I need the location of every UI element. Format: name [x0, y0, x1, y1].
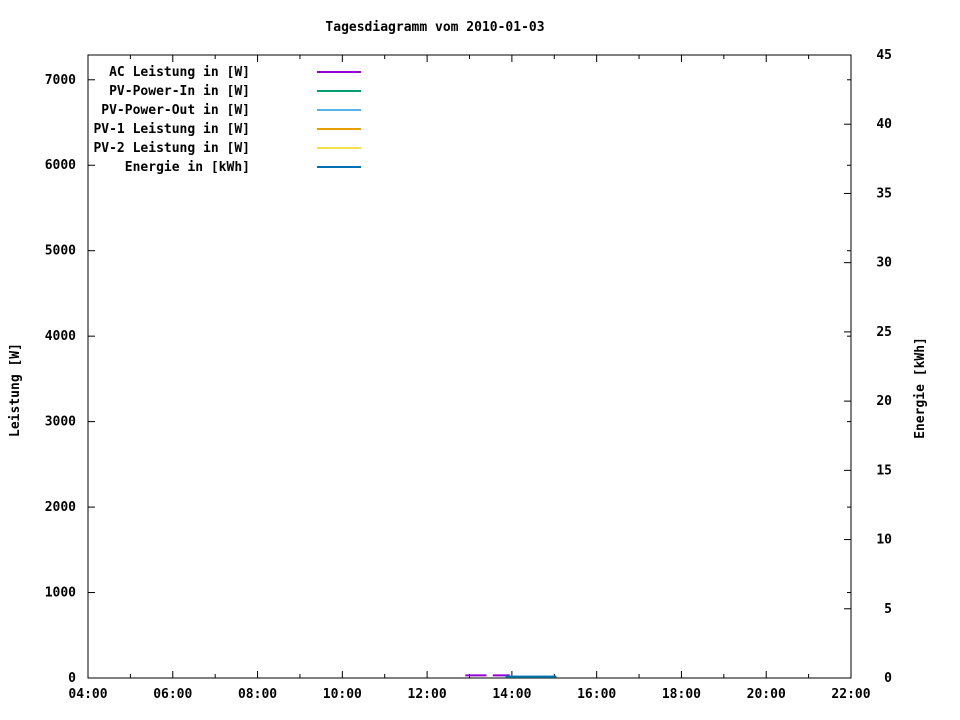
y-right-tick-label: 40 — [876, 117, 892, 132]
y-right-tick-label: 25 — [876, 325, 892, 340]
legend-label: Energie in [kWh] — [125, 160, 250, 175]
y-right-axis-name: Energie [kWh] — [913, 337, 928, 439]
x-tick-label: 10:00 — [323, 687, 362, 702]
y-right-tick-label: 10 — [876, 533, 892, 548]
legend-label: PV-Power-In in [W] — [109, 84, 250, 99]
y-right-tick-label: 15 — [876, 463, 892, 478]
legend-label: PV-Power-Out in [W] — [101, 103, 250, 118]
y-right-tick-label: 35 — [876, 186, 892, 201]
x-tick-label: 14:00 — [492, 687, 531, 702]
y-right-tick-label: 30 — [876, 256, 892, 271]
x-tick-label: 20:00 — [747, 687, 786, 702]
y-left-tick-label: 1000 — [45, 586, 76, 601]
x-tick-label: 18:00 — [662, 687, 701, 702]
x-tick-label: 16:00 — [577, 687, 616, 702]
y-left-tick-label: 7000 — [45, 73, 76, 88]
chart-title: Tagesdiagramm vom 2010-01-03 — [325, 20, 545, 35]
x-tick-label: 04:00 — [68, 687, 107, 702]
y-left-tick-label: 3000 — [45, 415, 76, 430]
legend-label: PV-2 Leistung in [W] — [93, 141, 250, 156]
plot-area: 04:00 06:00 08:00 10:00 12:00 14:00 16:00 18:00… — [45, 48, 892, 702]
y-left-tick-label: 4000 — [45, 329, 76, 344]
y-right-tick-label: 20 — [876, 394, 892, 409]
y-left-tick-label: 6000 — [45, 158, 76, 173]
y-right-tick-label: 5 — [884, 602, 892, 617]
y-left-tick-label: 2000 — [45, 500, 76, 515]
y-left-tick-label: 0 — [68, 671, 76, 686]
y-right-tick-label: 0 — [884, 671, 892, 686]
x-tick-label: 22:00 — [831, 687, 870, 702]
gnuplot-chart: Tagesdiagramm vom 2010-01-03 Leistung [W… — [0, 0, 960, 720]
y-left-tick-label: 5000 — [45, 244, 76, 259]
x-tick-label: 08:00 — [238, 687, 277, 702]
legend-label: PV-1 Leistung in [W] — [93, 122, 250, 137]
y-right-tick-label: 45 — [876, 48, 892, 63]
x-tick-label: 06:00 — [153, 687, 192, 702]
y-left-axis-name: Leistung [W] — [8, 343, 23, 437]
x-tick-label: 12:00 — [408, 687, 447, 702]
legend-label: AC Leistung in [W] — [109, 65, 250, 80]
